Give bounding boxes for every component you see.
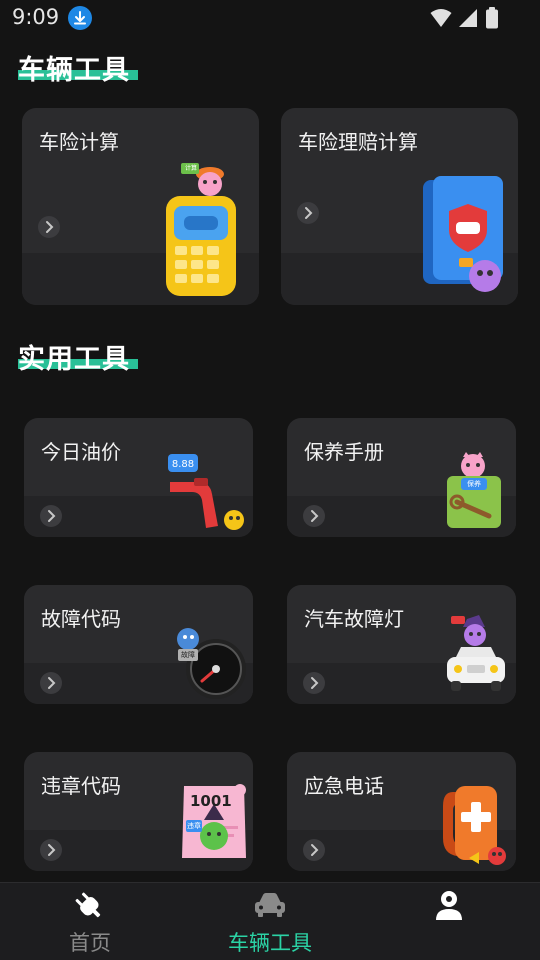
signal-icon (459, 9, 477, 27)
card-warning-light[interactable]: 汽车故障灯 (287, 585, 516, 704)
card-insurance-calc[interactable]: 车险计算 计算 (22, 108, 259, 305)
battery-icon (486, 7, 498, 29)
status-bar: 9:09 (0, 0, 540, 36)
emergency-phone-illustration (443, 786, 506, 865)
nav-label: 首页 (69, 931, 111, 955)
status-time: 9:09 (12, 5, 60, 29)
chevron-right-icon[interactable] (303, 505, 325, 527)
chevron-right-icon[interactable] (303, 839, 325, 861)
card-maintenance[interactable]: 保养手册 保养 (287, 418, 516, 537)
maintenance-manual-illustration (447, 452, 501, 528)
card-label: 车险计算 (39, 130, 119, 154)
card-label: 违章代码 (41, 774, 121, 798)
card-violation-code[interactable]: 违章代码 1001 违章 (24, 752, 253, 871)
download-icon (68, 6, 92, 30)
chevron-right-icon[interactable] (38, 216, 60, 238)
nav-profile[interactable] (389, 883, 509, 960)
screen: 9:09 车辆工具 车险计算 计算 车险理赔计算 实用工具 今日油价 8.88 … (0, 0, 540, 960)
badge: 故障 (181, 651, 195, 659)
insurance-book-illustration (423, 176, 503, 292)
card-fault-code[interactable]: 故障代码 故障 (24, 585, 253, 704)
car-warning-light-illustration (447, 615, 505, 691)
chevron-right-icon[interactable] (40, 505, 62, 527)
card-label: 今日油价 (41, 440, 121, 464)
card-label: 车险理赔计算 (298, 130, 418, 154)
section-title-vehicle-tools: 车辆工具 (18, 48, 138, 86)
speedometer-illustration (177, 628, 246, 699)
card-claim-calc[interactable]: 车险理赔计算 (281, 108, 518, 305)
bottom-nav: 首页 车辆工具 (0, 882, 540, 960)
section-title-text: 实用工具 (18, 344, 130, 375)
profile-icon (436, 891, 462, 920)
status-icons (430, 7, 500, 29)
section-title-text: 车辆工具 (18, 55, 130, 86)
badge: 保养 (467, 480, 481, 488)
price-tag: 8.88 (171, 459, 195, 470)
chevron-right-icon[interactable] (40, 672, 62, 694)
plug-icon (75, 892, 101, 918)
badge: 违章 (187, 822, 201, 830)
chevron-right-icon[interactable] (303, 672, 325, 694)
card-label: 故障代码 (41, 607, 121, 631)
nav-vehicle-tools[interactable]: 车辆工具 (210, 883, 330, 960)
section-title-practical-tools: 实用工具 (18, 337, 138, 375)
violation-code-number: 1001 (190, 792, 232, 810)
card-oil-price[interactable]: 今日油价 8.88 (24, 418, 253, 537)
card-label: 应急电话 (304, 774, 384, 798)
nav-home[interactable]: 首页 (30, 883, 150, 960)
badge: 计算 (184, 165, 197, 172)
car-icon (255, 893, 285, 917)
calculator-illustration (166, 163, 236, 296)
nav-label: 车辆工具 (228, 931, 312, 955)
wifi-icon (430, 9, 452, 27)
chevron-right-icon[interactable] (297, 202, 319, 224)
card-emergency-phone[interactable]: 应急电话 (287, 752, 516, 871)
card-label: 汽车故障灯 (304, 607, 404, 631)
chevron-right-icon[interactable] (40, 839, 62, 861)
card-label: 保养手册 (304, 440, 384, 464)
